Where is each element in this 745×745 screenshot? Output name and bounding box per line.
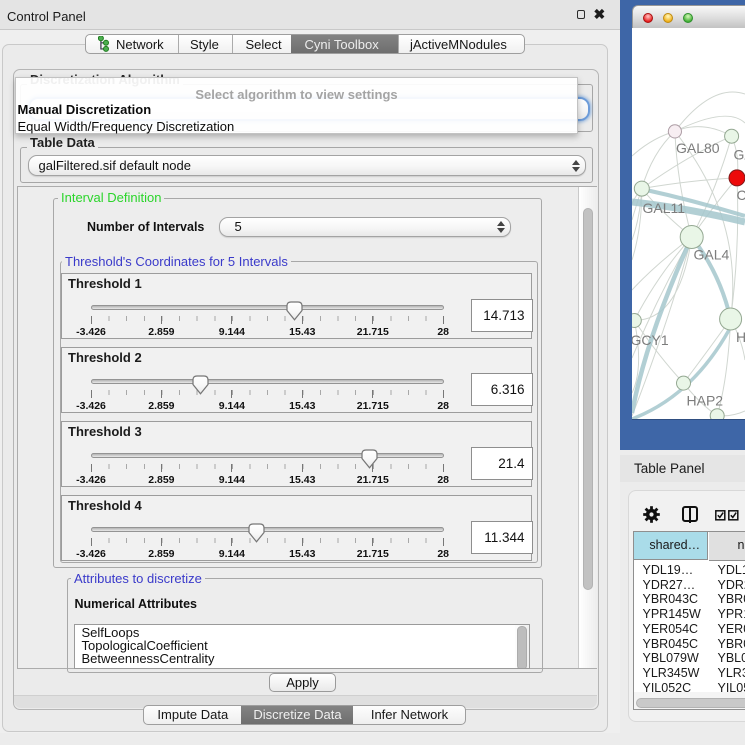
svg-text:GAL4: GAL4 [694, 246, 730, 262]
svg-text:GAL80: GAL80 [676, 140, 720, 156]
svg-text:GA: GA [734, 146, 745, 162]
svg-text:H: H [736, 329, 745, 345]
svg-text:HAP2: HAP2 [687, 392, 724, 408]
svg-text:GCY1: GCY1 [632, 332, 669, 348]
svg-text:CY: CY [737, 187, 745, 203]
svg-text:GAL11: GAL11 [643, 200, 686, 216]
